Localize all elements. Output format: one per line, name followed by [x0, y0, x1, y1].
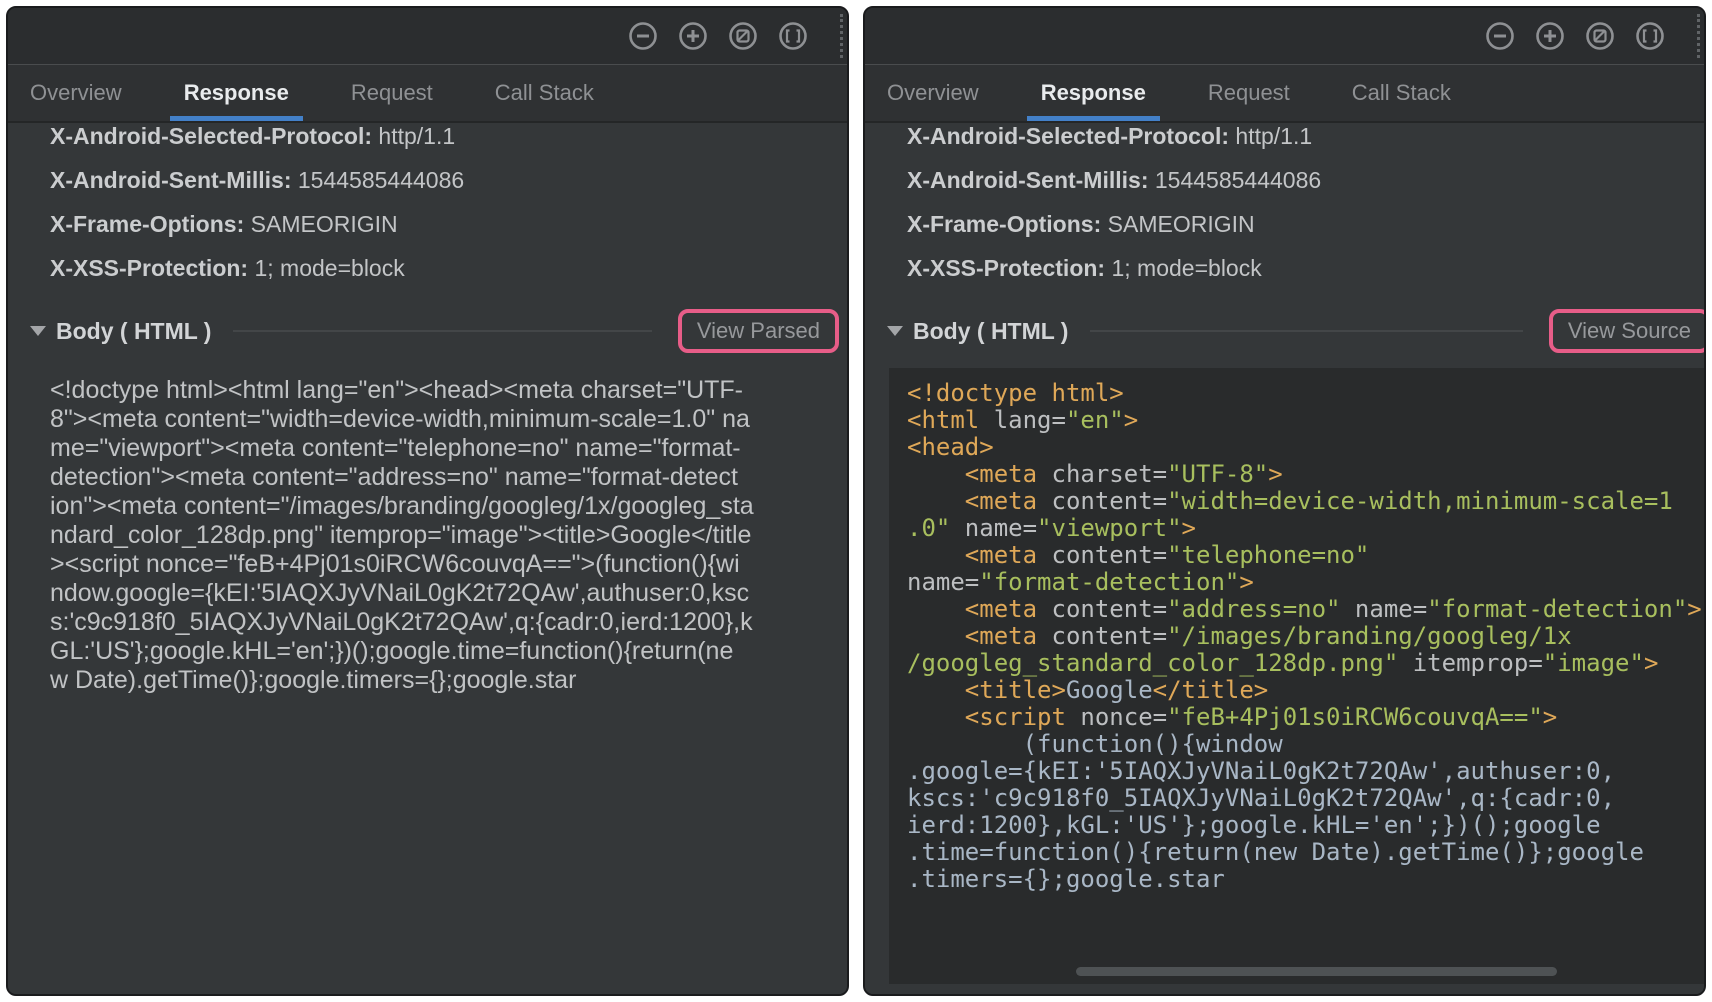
response-body-source: <!doctype html><html lang="en"><head> <m… [889, 368, 1704, 984]
response-content: X-Android-Selected-Protocolhttp/1.1 X-An… [8, 123, 847, 994]
view-source-button[interactable]: View Source [1568, 318, 1691, 344]
zoom-in-icon [1533, 19, 1567, 53]
section-divider [1090, 330, 1522, 332]
tab-request[interactable]: Request [1208, 65, 1290, 121]
pink-callout-annotation: View Source [1549, 309, 1704, 353]
view-parsed-button[interactable]: View Parsed [697, 318, 820, 344]
zoom-to-selection-button[interactable] [1633, 19, 1667, 53]
horizontal-scrollbar-thumb[interactable] [1076, 967, 1557, 976]
body-section-title: Body ( HTML ) [56, 318, 211, 345]
reset-zoom-button[interactable] [726, 19, 760, 53]
body-section-header: Body ( HTML ) View Source [887, 306, 1696, 356]
tab-response[interactable]: Response [1041, 65, 1146, 121]
header-row: X-XSS-Protection1; mode=block [50, 246, 847, 290]
response-headers-list: X-Android-Selected-Protocolhttp/1.1 X-An… [907, 123, 1704, 290]
header-row: X-Android-Sent-Millis1544585444086 [50, 158, 847, 202]
body-section-title: Body ( HTML ) [913, 318, 1068, 345]
panel-drag-handle[interactable] [840, 14, 843, 58]
response-headers-list: X-Android-Selected-Protocolhttp/1.1 X-An… [50, 123, 847, 290]
header-row: X-XSS-Protection1; mode=block [907, 246, 1704, 290]
zoom-out-button[interactable] [626, 19, 660, 53]
network-response-panel-parsed: Overview Response Request Call Stack X-A… [6, 6, 849, 996]
network-response-panel-source: Overview Response Request Call Stack X-A… [863, 6, 1706, 996]
tab-overview[interactable]: Overview [30, 65, 122, 121]
zoom-to-selection-button[interactable] [776, 19, 810, 53]
profiler-toolbar [8, 8, 847, 65]
zoom-to-selection-icon [776, 19, 810, 53]
profiler-toolbar [865, 8, 1704, 65]
tab-call-stack[interactable]: Call Stack [495, 65, 594, 121]
zoom-in-icon [676, 19, 710, 53]
reset-zoom-icon [726, 19, 760, 53]
reset-zoom-button[interactable] [1583, 19, 1617, 53]
header-row: X-Android-Sent-Millis1544585444086 [907, 158, 1704, 202]
response-body-source-code: <!doctype html><html lang="en"><head> <m… [907, 380, 1704, 893]
response-content: X-Android-Selected-Protocolhttp/1.1 X-An… [865, 123, 1704, 994]
zoom-out-button[interactable] [1483, 19, 1517, 53]
header-row: X-Android-Selected-Protocolhttp/1.1 [907, 123, 1704, 158]
detail-tabs: Overview Response Request Call Stack [8, 65, 847, 123]
section-divider [233, 330, 651, 332]
body-section-header: Body ( HTML ) View Parsed [30, 306, 839, 356]
collapse-triangle-icon[interactable] [30, 326, 46, 336]
tab-overview[interactable]: Overview [887, 65, 979, 121]
zoom-to-selection-icon [1633, 19, 1667, 53]
tab-call-stack[interactable]: Call Stack [1352, 65, 1451, 121]
header-row: X-Android-Selected-Protocolhttp/1.1 [50, 123, 847, 158]
zoom-out-icon [1483, 19, 1517, 53]
response-body-parsed: <!doctype html><html lang="en"><head><me… [50, 376, 847, 695]
reset-zoom-icon [1583, 19, 1617, 53]
collapse-triangle-icon[interactable] [887, 326, 903, 336]
panel-drag-handle[interactable] [1697, 14, 1700, 58]
header-row: X-Frame-OptionsSAMEORIGIN [50, 202, 847, 246]
zoom-in-button[interactable] [1533, 19, 1567, 53]
tab-response[interactable]: Response [184, 65, 289, 121]
tab-request[interactable]: Request [351, 65, 433, 121]
pink-callout-annotation: View Parsed [678, 309, 839, 353]
zoom-in-button[interactable] [676, 19, 710, 53]
zoom-out-icon [626, 19, 660, 53]
detail-tabs: Overview Response Request Call Stack [865, 65, 1704, 123]
header-row: X-Frame-OptionsSAMEORIGIN [907, 202, 1704, 246]
connection-details-split-view: Overview Response Request Call Stack X-A… [0, 0, 1712, 1002]
